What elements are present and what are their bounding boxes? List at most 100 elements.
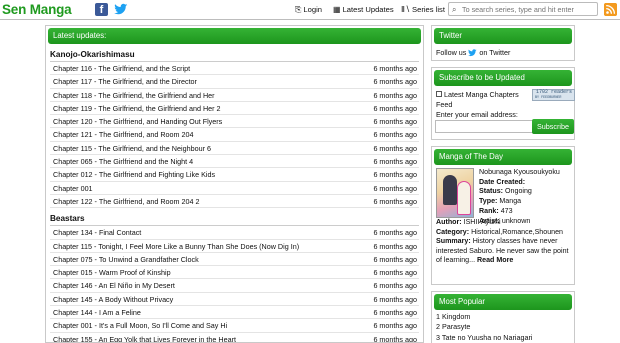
chapter-link[interactable]: Chapter 015 - Warm Proof of Kinship (53, 266, 171, 279)
chapter-time: 6 months ago (373, 254, 417, 264)
twitter-icon[interactable] (114, 3, 128, 16)
chapter-link[interactable]: Chapter 001 - It's a Full Moon, So I'll … (53, 319, 227, 332)
chapter-time: 6 months ago (373, 143, 417, 153)
chapter-link[interactable]: Chapter 145 - A Body Without Privacy (53, 293, 173, 306)
feed-counter-by: BY FEEDBURNER (535, 95, 562, 100)
popular-item[interactable]: 1 Kingdom (432, 312, 574, 322)
popular-item[interactable]: 3 Tate no Yuusha no Nariagari (432, 333, 574, 343)
motd-date-label: Date Created: (479, 177, 526, 186)
search-icon: ⌕ (452, 5, 457, 14)
latest-updates-panel: Latest updates: Kanojo-Okarishimasu Chap… (45, 25, 424, 343)
chapter-link[interactable]: Chapter 122 - The Girlfriend, and Room 2… (53, 195, 200, 208)
cover-figure (457, 181, 471, 215)
feed-link[interactable]: Latest Manga Chapters Feed (432, 88, 532, 112)
chapter-link[interactable]: Chapter 117 - The Girlfriend, and the Di… (53, 75, 197, 88)
chapter-link[interactable]: Chapter 118 - The Girlfriend, the Girlfr… (53, 89, 215, 102)
top-bar: Sen Manga f ⎘ Login ▦ Latest Updates Ⅱ∖ Ser… (0, 0, 620, 20)
motd-author-label: Author: (436, 218, 462, 226)
chapter-link[interactable]: Chapter 146 - An El Niño in My Desert (53, 279, 175, 292)
chapter-row: Chapter 065 - The Girlfriend and the Nig… (50, 155, 419, 169)
chapter-time: 6 months ago (373, 308, 417, 318)
chapter-link[interactable]: Chapter 155 - An Egg Yolk that Lives For… (53, 333, 236, 342)
motd-name[interactable]: Nobunaga Kyousoukyoku (479, 168, 574, 178)
chapter-link[interactable]: Chapter 120 - The Girlfriend, and Handin… (53, 115, 222, 128)
manga-of-the-day-panel: Manga of The Day Nobunaga Kyousoukyoku D… (431, 146, 575, 285)
feed-counter[interactable]: 1702 readers BY FEEDBURNER (532, 89, 575, 101)
chapter-link[interactable]: Chapter 115 - The Girlfriend, and the Ne… (53, 142, 211, 155)
subscribe-panel-title: Subscribe to be Updated (434, 70, 572, 86)
chapter-link[interactable]: Chapter 134 - Final Contact (53, 226, 141, 239)
rss-icon[interactable] (604, 3, 617, 16)
chapter-row: Chapter 146 - An El Niño in My Desert 6 m… (50, 279, 419, 293)
motd-status: Ongoing (505, 187, 532, 196)
motd-details: Author: ISHII Ayumi Category: Historical… (436, 218, 573, 266)
motd-type-label: Type: (479, 197, 498, 206)
chapter-link[interactable]: Chapter 121 - The Girlfriend, and Room 2… (53, 128, 194, 141)
grid-icon: ▦ (333, 5, 341, 14)
motd-status-label: Status: (479, 187, 504, 196)
chapter-link[interactable]: Chapter 116 - The Girlfriend, and the Sc… (53, 62, 190, 75)
chapter-row: Chapter 145 - A Body Without Privacy 6 mo… (50, 293, 419, 307)
motd-summary-label: Summary: (436, 237, 471, 246)
chapter-row: Chapter 115 - Tonight, I Feel More Like … (50, 240, 419, 253)
chapter-time: 6 months ago (373, 294, 417, 304)
search-input[interactable] (462, 4, 597, 15)
feed-label: Latest Manga Chapters Feed (436, 90, 519, 109)
latest-updates-title: Latest updates: (48, 28, 421, 44)
nav-series-list[interactable]: Ⅱ∖ Series list (401, 3, 445, 16)
chapter-link[interactable]: Chapter 012 - The Girlfriend and Fightin… (53, 168, 215, 181)
nav-login[interactable]: ⎘ Login (295, 3, 322, 16)
chapter-row: Chapter 015 - Warm Proof of Kinship 6 mon… (50, 266, 419, 280)
facebook-icon[interactable]: f (95, 3, 108, 16)
chapter-time: 6 months ago (373, 103, 417, 113)
twitter-bird-icon (468, 49, 477, 57)
chapter-link[interactable]: Chapter 075 - To Unwind a Grandfather Cl… (53, 253, 199, 266)
search-box: ⌕ (448, 2, 598, 16)
subscribe-button[interactable]: Subscribe (532, 119, 574, 134)
chapter-time: 6 months ago (373, 321, 417, 331)
series-block: Kanojo-Okarishimasu Chapter 116 - The Gi… (46, 50, 423, 209)
twitter-follow[interactable]: Follow us on Twitter (432, 46, 574, 61)
feed-icon (436, 91, 442, 97)
chapter-link[interactable]: Chapter 001 (53, 182, 93, 195)
chapter-row: Chapter 116 - The Girlfriend, and the Sc… (50, 62, 419, 76)
chapter-time: 6 months ago (373, 183, 417, 193)
series-title[interactable]: Beastars (50, 214, 423, 223)
most-popular-panel: Most Popular 1 Kingdom 2 Parasyte 3 Tate… (431, 291, 575, 343)
chapter-time: 6 months ago (373, 334, 417, 343)
nav-series-list-label: Series list (412, 5, 445, 14)
twitter-follow-suffix: on Twitter (479, 48, 511, 57)
chapter-time: 6 months ago (373, 281, 417, 291)
chapter-row: Chapter 001 - It's a Full Moon, So I'll … (50, 319, 419, 333)
manga-cover-image[interactable] (436, 168, 474, 218)
email-field[interactable] (435, 120, 534, 133)
chapter-row: Chapter 115 - The Girlfriend, and the Ne… (50, 142, 419, 156)
chapter-row: Chapter 134 - Final Contact 6 months ago (50, 226, 419, 240)
chapter-link[interactable]: Chapter 065 - The Girlfriend and the Nig… (53, 155, 193, 168)
motd-rank: 473 (500, 206, 513, 215)
chapter-link[interactable]: Chapter 115 - Tonight, I Feel More Like … (53, 240, 299, 253)
read-more-link[interactable]: Read More (477, 256, 513, 264)
books-icon: Ⅱ∖ (401, 5, 411, 14)
chapter-row: Chapter 155 - An Egg Yolk that Lives For… (50, 333, 419, 343)
motd-rank-label: Rank: (479, 206, 499, 215)
chapter-row: Chapter 075 - To Unwind a Grandfather Cl… (50, 253, 419, 267)
chapter-time: 6 months ago (373, 268, 417, 278)
chapter-row: Chapter 121 - The Girlfriend, and Room 2… (50, 128, 419, 142)
chapter-time: 6 months ago (373, 64, 417, 73)
series-title[interactable]: Kanojo-Okarishimasu (50, 50, 423, 59)
chapter-link[interactable]: Chapter 119 - The Girlfriend, the Girlfr… (53, 102, 221, 115)
nav-latest-updates[interactable]: ▦ Latest Updates (333, 3, 394, 16)
popular-item[interactable]: 2 Parasyte (432, 322, 574, 332)
chapter-link[interactable]: Chapter 144 - I Am a Feline (53, 306, 141, 319)
nav-latest-updates-label: Latest Updates (342, 5, 394, 14)
login-icon: ⎘ (295, 5, 302, 14)
chapter-time: 6 months ago (373, 170, 417, 180)
chapter-row: Chapter 120 - The Girlfriend, and Handin… (50, 115, 419, 129)
motd-type: Manga (499, 197, 522, 206)
cover-figure (443, 175, 457, 205)
site-logo[interactable]: Sen Manga (2, 2, 72, 17)
chapter-time: 6 months ago (373, 157, 417, 167)
chapter-time: 6 months ago (373, 196, 417, 206)
nav-login-label: Login (303, 5, 322, 14)
